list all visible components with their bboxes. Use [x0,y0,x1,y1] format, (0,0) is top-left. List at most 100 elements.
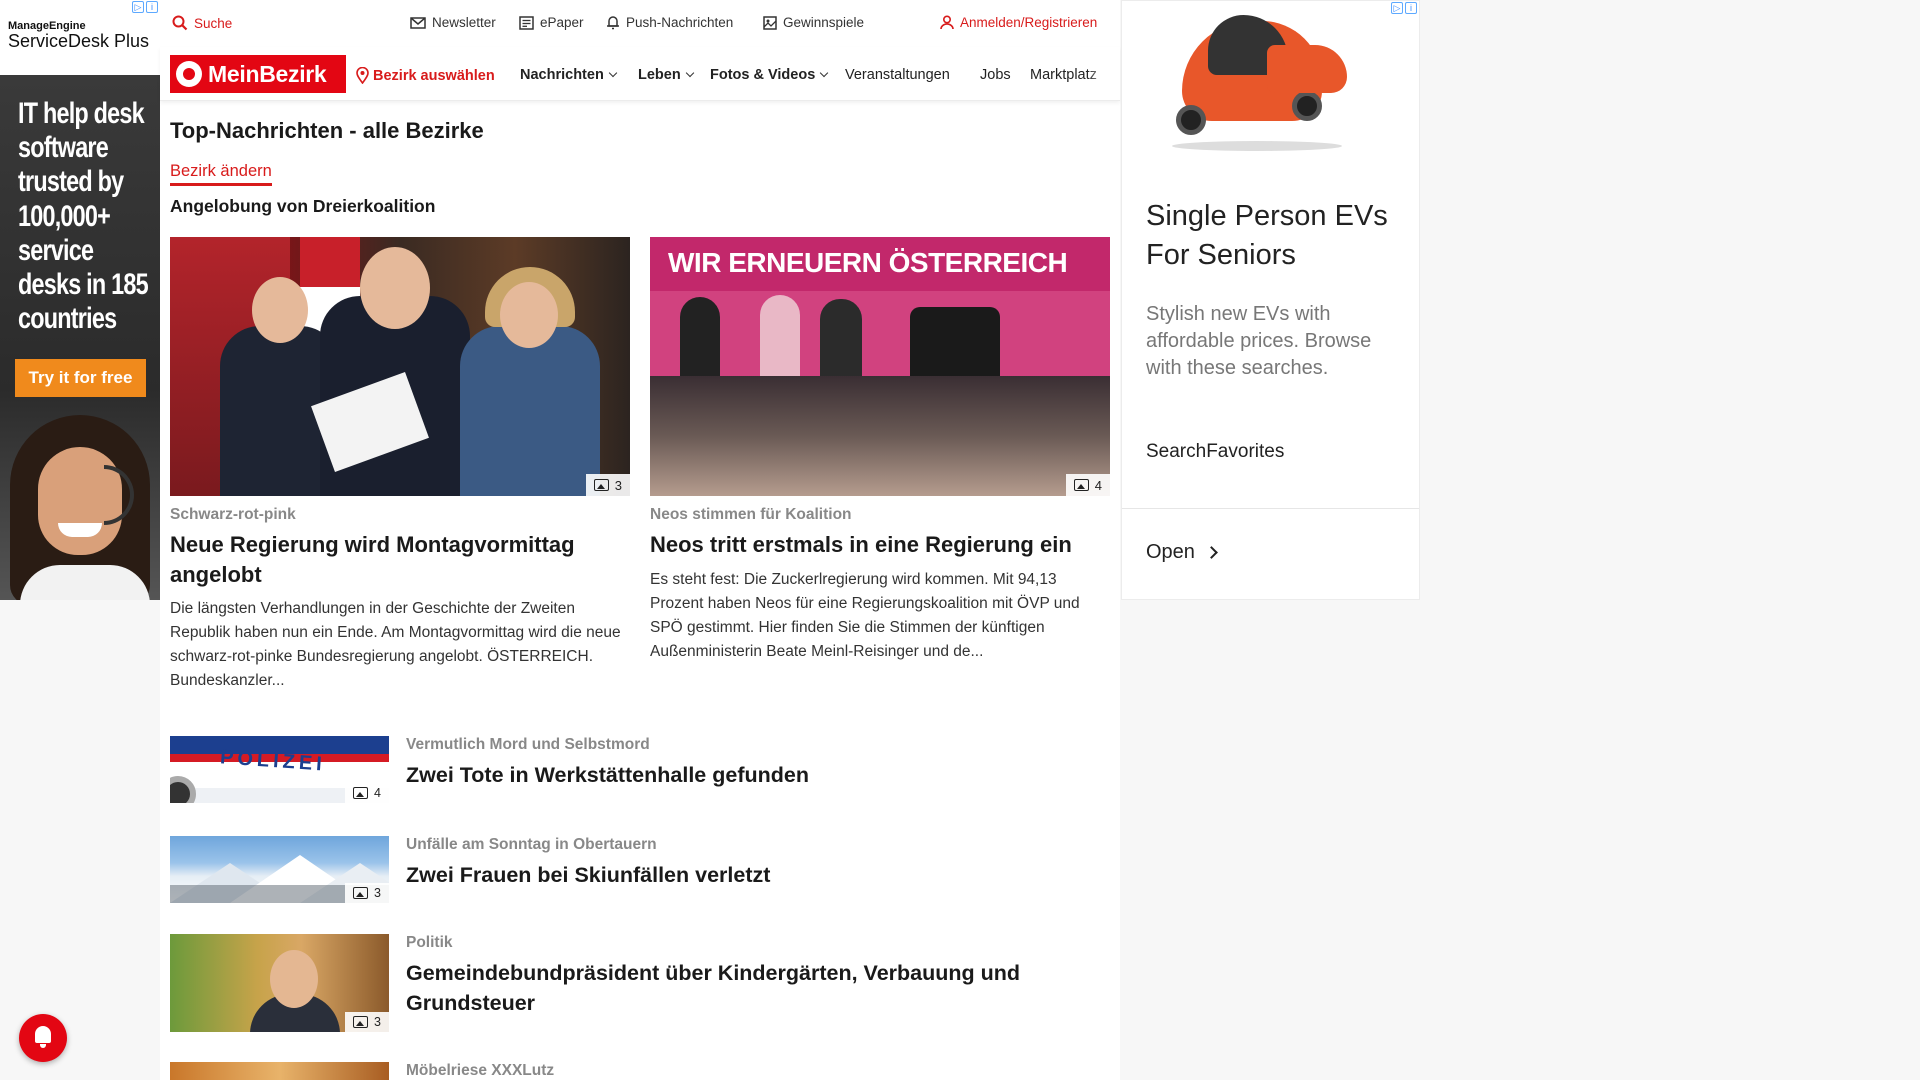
article-headline[interactable]: Zwei Tote in Werkstättenhalle gefunden [406,760,1106,790]
gallery-count-badge: 3 [345,1012,389,1032]
page-title: Top-Nachrichten - alle Bezirke [170,118,484,143]
right-native-ad[interactable]: ▷ i Single Person EVs For Seniors Stylis… [1121,0,1420,600]
gallery-count-badge: 4 [1065,474,1110,496]
main-navigation: MeinBezirk Bezirk auswählen Nachrichten … [160,47,1120,101]
search-label: Suche [194,15,233,31]
map-pin-icon [356,67,369,84]
utility-bar: Suche Newsletter ePaper Push-Nachrichten… [160,0,1120,47]
gallery-count-badge: 3 [345,883,389,903]
nav-label: Marktplatz [1030,67,1097,83]
article-headline[interactable]: Neue Regierung wird Montagvormittag ange… [170,530,630,589]
ad-open-button[interactable]: Open [1146,541,1218,564]
newsletter-link[interactable]: Newsletter [410,15,496,30]
article-image[interactable]: 3 [170,237,630,496]
gallery-count-badge: 3 [585,474,630,496]
select-district-button[interactable]: Bezirk auswählen [356,67,495,84]
section-title: Angelobung von Dreierkoalition [170,196,436,216]
ad-car-image[interactable] [1122,1,1419,158]
gallery-icon [353,1016,369,1028]
chevron-right-icon [1205,546,1218,559]
login-link[interactable]: Anmelden/Registrieren [940,15,1097,30]
push-notifications-link[interactable]: Push-Nachrichten [606,15,733,30]
epaper-link[interactable]: ePaper [519,15,584,30]
search-link[interactable]: Suche [172,15,232,31]
nav-item-veranstaltungen[interactable]: Veranstaltungen [845,67,950,83]
chevron-down-icon [685,68,694,78]
chevron-down-icon [608,68,618,78]
main-content: Suche Newsletter ePaper Push-Nachrichten… [160,0,1120,1080]
ad-source: SearchFavorites [1146,441,1285,462]
list-item[interactable]: 3 Politik Gemeindebundpräsident über Kin… [170,934,1110,1032]
article-thumbnail[interactable]: 3 [170,836,389,903]
nav-item-fotos-videos[interactable]: Fotos & Videos [710,67,829,83]
list-item[interactable]: 3 Unfälle am Sonntag in Obertauern Zwei … [170,836,1110,906]
article-headline[interactable]: Neos tritt erstmals in eine Regierung ei… [650,530,1110,560]
gallery-count: 3 [374,1015,381,1029]
gallery-count: 3 [374,886,381,900]
newsletter-label: Newsletter [432,15,496,30]
article-kicker: Neos stimmen für Koalition [650,506,852,523]
bell-icon [35,1026,51,1048]
ad-open-label: Open [1146,541,1195,563]
list-item[interactable]: Möbelriese XXXLutz [170,1062,1110,1080]
article-teaser: Die längsten Verhandlungen in der Geschi… [170,600,621,690]
ad-person-photo [0,405,160,600]
article-image[interactable]: WIR ERNEUERN ÖSTERREICH 4 [650,237,1110,496]
gallery-icon [353,787,369,799]
logo-mark-icon [176,61,202,87]
left-skyscraper-ad[interactable]: ▷ i ManageEngine ServiceDesk Plus IT hel… [0,0,160,600]
nav-label: Veranstaltungen [845,67,950,83]
gallery-count: 4 [1094,477,1102,493]
article-card[interactable]: WIR ERNEUERN ÖSTERREICH 4 Neos stimmen f… [650,237,1110,664]
info-icon[interactable]: i [146,1,158,13]
article-headline[interactable]: Zwei Frauen bei Skiunfällen verletzt [406,860,1106,890]
article-thumbnail[interactable] [170,1062,389,1080]
push-label: Push-Nachrichten [626,15,734,30]
ad-description: Stylish new EVs with affordable prices. … [1146,303,1372,379]
adchoices-icon[interactable]: ▷ [132,1,144,13]
nav-item-marktplatz[interactable]: Marktplatz [1030,67,1112,83]
image-banner-text: WIR ERNEUERN ÖSTERREICH [650,237,1110,291]
left-ad-body[interactable]: IT help desk software trusted by 100,000… [0,75,160,600]
article-thumbnail[interactable]: 3 [170,934,389,1032]
change-district-link[interactable]: Bezirk ändern [170,162,272,186]
mail-icon [410,16,426,29]
nav-label: Fotos & Videos [710,67,816,83]
gewinnspiele-label: Gewinnspiele [783,15,865,30]
select-district-label: Bezirk auswählen [373,67,495,84]
ad-cta-button[interactable]: Try it for free [15,359,146,397]
article-thumbnail[interactable]: POLIZEI 4 [170,736,389,803]
ad-headline: IT help desk software trusted by 100,000… [18,97,149,336]
nav-item-jobs[interactable]: Jobs [980,67,1011,83]
nav-item-nachrichten[interactable]: Nachrichten [520,67,618,83]
notification-bell-button[interactable] [19,1014,67,1062]
gallery-count: 3 [614,477,622,493]
newspaper-icon [519,15,534,30]
adchoices-icon[interactable]: ▷ [1391,2,1403,14]
article-kicker: Politik [406,934,453,951]
gallery-icon [593,479,609,491]
search-icon [172,15,188,31]
article-headline[interactable]: Gemeindebundpräsident über Kindergärten,… [406,958,1106,1018]
chevron-down-icon [820,68,829,78]
article-kicker: Schwarz-rot-pink [170,506,296,523]
article-card[interactable]: 3 Schwarz-rot-pink Neue Regierung wird M… [170,237,630,693]
gift-icon [763,15,777,30]
adchoices-badges[interactable]: ▷ i [1391,2,1417,14]
adchoices-badges[interactable]: ▷ i [132,1,158,13]
user-icon [940,15,954,30]
ad-title[interactable]: Single Person EVs For Seniors [1146,197,1406,275]
article-kicker: Möbelriese XXXLutz [406,1062,555,1079]
ad-brand-name: ServiceDesk Plus [8,31,150,51]
bell-icon [607,16,619,30]
gallery-icon [353,887,369,899]
list-item[interactable]: POLIZEI 4 Vermutlich Mord und Selbstmord… [170,736,1110,806]
nav-label: Nachrichten [520,67,604,83]
ad-divider [1122,508,1419,509]
meinbezirk-logo[interactable]: MeinBezirk [170,55,346,93]
gewinnspiele-link[interactable]: Gewinnspiele [763,15,864,30]
logo-text: MeinBezirk [208,60,327,87]
nav-item-leben[interactable]: Leben [638,67,694,83]
info-icon[interactable]: i [1405,2,1417,14]
gallery-count-badge: 4 [345,783,389,803]
